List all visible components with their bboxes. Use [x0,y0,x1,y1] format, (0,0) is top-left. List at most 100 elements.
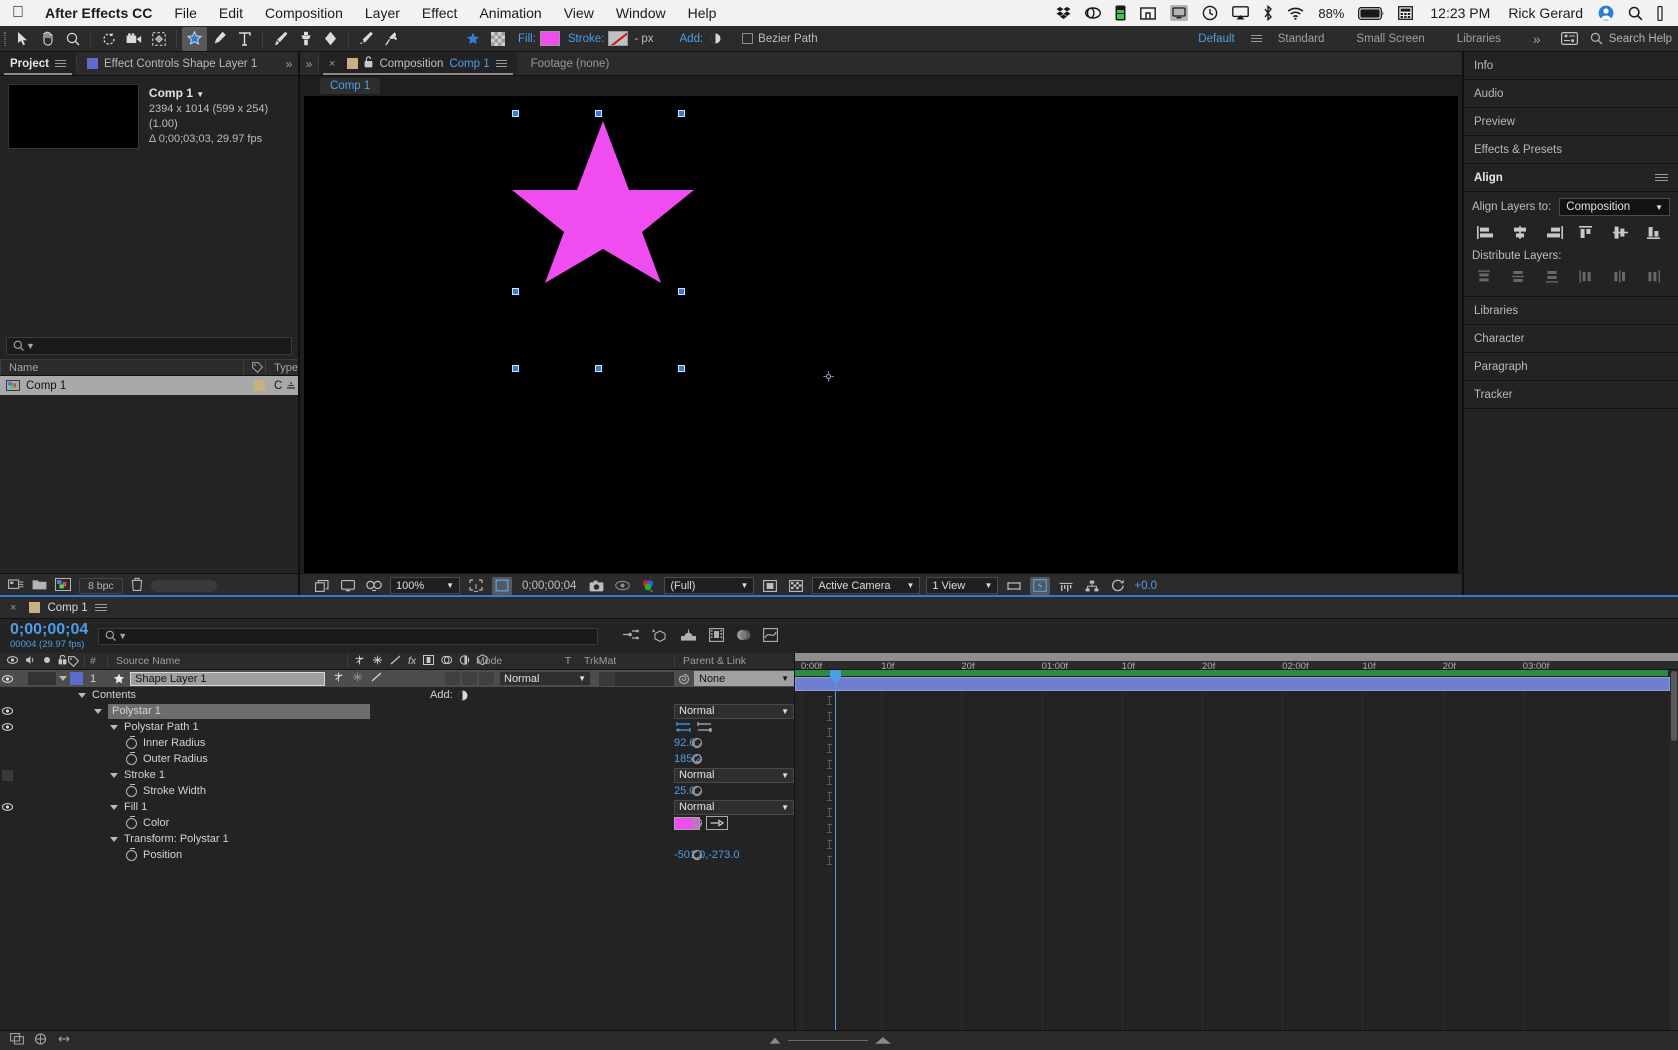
column-name[interactable]: Name [0,361,243,374]
panel-audio[interactable]: Audio [1464,80,1678,108]
property-track-row[interactable] [827,756,832,772]
menu-after-effects[interactable]: After Effects CC [34,5,163,21]
project-row-label-color[interactable] [248,380,270,391]
eraser-tool[interactable] [318,27,343,51]
property-eye-toggle[interactable] [0,723,14,731]
property-value-cell[interactable] [674,721,794,733]
magnification-select[interactable]: 100% ▼ [390,577,460,594]
layer-collapse-icon[interactable] [352,672,363,685]
menu-effect[interactable]: Effect [411,5,469,21]
layer-sh-icon[interactable] [333,672,344,685]
comp-canvas[interactable] [304,96,1458,573]
workspace-libraries[interactable]: Libraries [1441,33,1517,45]
view-layout-select[interactable]: 1 View ▼ [926,577,999,594]
layer-switch-cell-3[interactable] [479,672,494,685]
breadcrumb[interactable]: Comp 1 [320,78,381,94]
graph-editor-icon[interactable] [763,627,779,645]
roto-brush-tool[interactable] [354,27,379,51]
pixel-aspect-icon[interactable] [1004,577,1024,595]
hand-tool[interactable] [35,27,60,51]
panel-effects-presets[interactable]: Effects & Presets [1464,136,1678,164]
time-machine-icon[interactable] [1195,5,1225,21]
stopwatch-icon[interactable] [126,735,137,749]
menu-layer[interactable]: Layer [354,5,411,21]
live-update-icon[interactable] [622,628,640,644]
scrollbar-thumb[interactable] [1671,671,1677,741]
frame-blending-icon[interactable] [709,627,725,645]
triangle-down-icon[interactable] [94,708,102,714]
panel-libraries[interactable]: Libraries [1464,297,1678,325]
channel-icon[interactable] [638,577,658,595]
keyframe-navigator-icon[interactable] [686,785,708,797]
triangle-down-icon[interactable] [110,772,118,778]
main-viewer-icon[interactable] [338,577,358,595]
workspace-overflow[interactable]: » [1517,31,1557,47]
workspace-default[interactable]: Default [1182,33,1250,45]
toolbar-grip[interactable] [0,26,10,52]
hamburger-icon[interactable] [1655,172,1668,183]
zoom-in-icon[interactable] [874,1034,892,1048]
align-left-icon[interactable] [1472,222,1500,242]
property-track-row[interactable] [827,772,832,788]
draft-3d-icon[interactable] [651,628,668,645]
fast-preview-icon[interactable] [1030,576,1051,595]
search-dropdown-icon[interactable]: ▼ [26,341,35,351]
triangle-down-icon[interactable] [110,836,118,842]
parent-column-header[interactable]: Parent & Link [674,655,794,667]
layer-duration-bar[interactable] [795,677,1670,691]
distribute-horizontal-center-icon[interactable] [1608,266,1636,286]
distribute-vertical-center-icon[interactable] [1506,266,1534,286]
3d-glasses-icon[interactable] [364,577,384,595]
frame-blend-icon[interactable] [423,654,435,668]
fill-star-icon[interactable] [460,27,485,51]
layer-name-field[interactable]: Shape Layer 1 [130,671,325,686]
timeline-property-row[interactable]: Polystar Path 1 [0,719,794,735]
work-area-bar[interactable] [795,653,1678,661]
triangle-down-icon[interactable] [110,724,118,730]
delete-icon[interactable] [131,577,143,594]
panel-align-header[interactable]: Align [1464,164,1678,192]
effects-icon[interactable]: fx [408,655,416,667]
distribute-right-icon[interactable] [1642,266,1670,286]
selection-handle-ml[interactable] [512,288,519,295]
exposure-value[interactable]: +0.0 [1134,580,1157,592]
property-track-row[interactable] [827,820,832,836]
search-help-box[interactable]: Search Help [1582,32,1672,45]
layer-trkmat-cell[interactable] [615,671,674,686]
timeline-icon[interactable] [1056,577,1076,595]
transparency-grid-toggle-icon[interactable] [492,576,512,595]
new-comp-icon[interactable] [55,577,71,594]
selection-handle-bl[interactable] [512,365,519,372]
battery-app-icon[interactable] [1108,5,1133,21]
menu-help[interactable]: Help [677,5,728,21]
timeline-property-row[interactable]: Outer Radius 185.2 [0,751,794,767]
menu-file[interactable]: File [163,5,208,21]
panel-paragraph[interactable]: Paragraph [1464,353,1678,381]
selection-handle-bc[interactable] [595,365,602,372]
window-manager-icon[interactable] [1133,6,1163,20]
timeline-vertical-scrollbar[interactable] [1670,670,1678,1030]
workspace-settings-icon[interactable] [1557,27,1582,51]
chevron-down-icon[interactable]: ▼ [196,90,204,99]
timeline-close-icon[interactable]: × [10,602,16,614]
layer-mode-select[interactable]: Normal ▼ [499,671,591,686]
stopwatch-icon[interactable] [126,847,137,861]
timeline-zoom-slider[interactable] [768,1034,892,1048]
pan-behind-tool[interactable] [146,27,171,51]
mask-icon[interactable] [760,577,780,595]
align-right-icon[interactable] [1540,222,1568,242]
distribute-left-icon[interactable] [1574,266,1602,286]
zoom-out-icon[interactable] [768,1034,782,1048]
wifi-icon[interactable] [1280,7,1311,20]
layer-quality-icon[interactable] [371,672,382,685]
align-top-icon[interactable] [1574,222,1602,242]
motion-blur-icon-header[interactable] [441,655,453,668]
source-name-column-header[interactable]: Source Name [107,655,347,667]
timeline-property-row[interactable]: Stroke Width 25.0 [0,783,794,799]
menu-view[interactable]: View [553,5,605,21]
selection-handle-mr[interactable] [678,288,685,295]
triangle-down-icon[interactable] [110,804,118,810]
take-snapshot-icon[interactable] [586,577,606,595]
keyframe-navigator-icon[interactable] [686,737,708,749]
layer-solo-toggle[interactable] [28,672,42,685]
